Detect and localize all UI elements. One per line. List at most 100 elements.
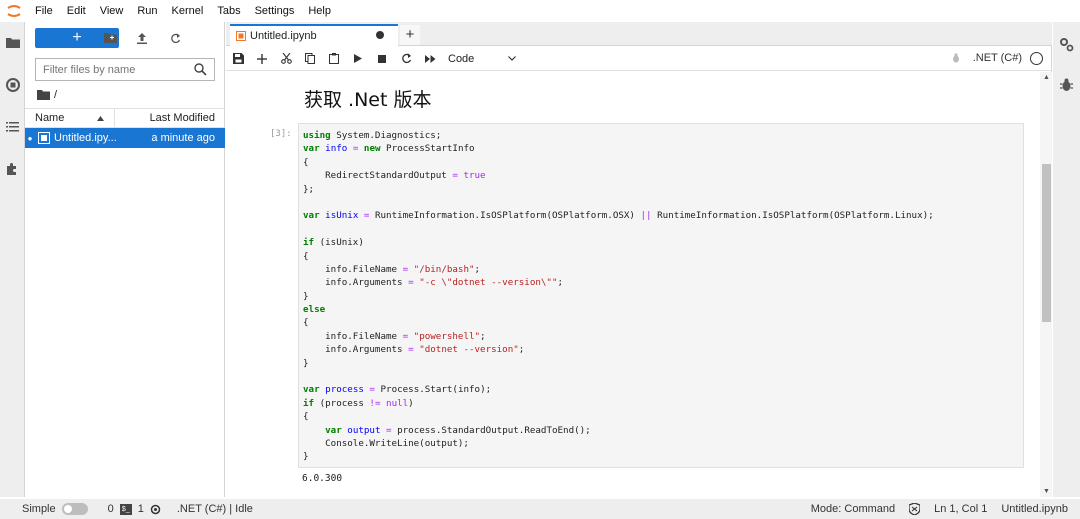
shield-icon[interactable] (909, 503, 921, 515)
file-list-header: Name Last Modified (25, 108, 225, 128)
menu-tabs[interactable]: Tabs (210, 0, 247, 22)
markdown-heading: 获取 .Net 版本 (304, 89, 432, 111)
refresh-icon[interactable] (166, 29, 184, 47)
file-filter-field[interactable] (35, 58, 215, 81)
breadcrumb-root[interactable]: / (54, 89, 57, 101)
file-name: Untitled.ipy... (54, 132, 117, 144)
code-line: }; (303, 183, 315, 195)
file-filter-input[interactable] (36, 63, 186, 76)
menu-settings[interactable]: Settings (248, 0, 302, 22)
status-bar-right: Mode: Command Ln 1, Col 1 Untitled.ipynb (811, 499, 1068, 519)
kernel-gear-icon (150, 504, 161, 514)
running-indicator-icon: ● (27, 133, 33, 143)
main-area: Untitled.ipynb + Code .NET (C#) 获取 .Net … (226, 22, 1052, 497)
column-modified-header[interactable]: Last Modified (115, 112, 225, 124)
execution-prompt: [3]: (270, 129, 292, 139)
extensions-puzzle-icon[interactable] (4, 160, 21, 177)
jupyter-logo-icon (0, 0, 28, 22)
cell-type-select[interactable]: Code (448, 53, 516, 65)
copy-icon[interactable] (298, 47, 322, 71)
code-line: info.Arguments = "dotnet --version"; (303, 344, 525, 356)
notebook-icon (236, 31, 246, 41)
code-line: var info = new ProcessStartInfo (303, 143, 475, 155)
code-line: Console.WriteLine(output); (303, 437, 469, 449)
code-line: { (303, 250, 309, 262)
code-line: info.Arguments = "-c \"dotnet --version\… (303, 277, 564, 289)
code-line: { (303, 156, 309, 168)
code-line: } (303, 357, 309, 369)
code-line: { (303, 411, 309, 423)
tab-bar: Untitled.ipynb + (226, 22, 1052, 46)
scroll-up-arrow-icon[interactable]: ▲ (1043, 74, 1050, 81)
folder-icon[interactable] (37, 90, 50, 100)
folder-icon[interactable] (4, 34, 21, 51)
file-browser-panel: + / Name Last Modified ● Untitled.ipy...… (25, 22, 225, 497)
tab-untitled-notebook[interactable]: Untitled.ipynb (230, 24, 398, 46)
code-line: if (process != null) (303, 397, 414, 409)
kernel-name-button[interactable]: .NET (C#) (973, 52, 1022, 64)
running-kernels-icon[interactable] (4, 76, 21, 93)
add-tab-button[interactable]: + (400, 25, 420, 45)
active-filename: Untitled.ipynb (1001, 503, 1068, 515)
code-line: RedirectStandardOutput = true (303, 170, 486, 182)
menu-edit[interactable]: Edit (60, 0, 93, 22)
table-of-contents-icon[interactable] (4, 118, 21, 135)
code-line: var output = process.StandardOutput.Read… (325, 424, 591, 436)
menu-kernel[interactable]: Kernel (165, 0, 211, 22)
code-line: } (303, 451, 309, 463)
menu-help[interactable]: Help (301, 0, 338, 22)
scroll-down-arrow-icon[interactable]: ▼ (1043, 488, 1050, 495)
command-mode-indicator: Mode: Command (810, 503, 896, 515)
paste-icon[interactable] (322, 47, 346, 71)
kernel-status-text[interactable]: .NET (C#) | Idle (177, 503, 253, 515)
code-line: else (303, 304, 326, 316)
code-line: } (303, 290, 309, 302)
code-cell-editor[interactable]: using System.Diagnostics; var info = new … (298, 123, 1024, 468)
terminals-count: 0 (107, 503, 114, 515)
search-icon (194, 63, 207, 76)
run-icon[interactable] (346, 47, 370, 71)
running-terminals[interactable]: 0 $_ 1 (108, 503, 161, 515)
file-list-item[interactable]: ● Untitled.ipy... a minute ago (25, 128, 225, 148)
notebook-toolbar: Code .NET (C#) (226, 47, 1052, 71)
menu-view[interactable]: View (93, 0, 131, 22)
property-inspector-gears-icon[interactable] (1058, 36, 1075, 53)
notebook-content: 获取 .Net 版本 [3]: using System.Diagnostics… (226, 72, 1052, 497)
code-line: info.FileName = "powershell"; (303, 330, 486, 342)
code-line: using System.Diagnostics; (303, 130, 442, 141)
new-folder-icon[interactable] (101, 29, 119, 47)
menu-run[interactable]: Run (130, 0, 164, 22)
unsaved-close-icon[interactable] (376, 31, 384, 39)
kernels-count: 1 (137, 503, 144, 515)
debugger-icon[interactable] (951, 53, 962, 64)
simple-mode-switch[interactable] (61, 503, 88, 515)
file-browser-toolbar: + (25, 22, 225, 56)
cell-output: 6.0.300 (302, 473, 343, 484)
cursor-position[interactable]: Ln 1, Col 1 (934, 503, 987, 515)
sort-ascending-icon (97, 115, 104, 121)
insert-cell-icon[interactable] (250, 47, 274, 71)
scrollbar-thumb[interactable] (1042, 164, 1051, 322)
restart-kernel-icon[interactable] (394, 47, 418, 71)
left-activity-bar (0, 22, 25, 497)
tab-title: Untitled.ipynb (250, 30, 317, 42)
menu-file[interactable]: File (28, 0, 60, 22)
interrupt-icon[interactable] (370, 47, 394, 71)
restart-run-all-icon[interactable] (418, 47, 442, 71)
simple-mode-toggle[interactable]: Simple (22, 503, 88, 515)
vertical-scrollbar[interactable]: ▲ ▼ (1040, 72, 1052, 497)
right-sidebar (1053, 22, 1080, 497)
status-bar: Simple 0 $_ 1 .NET (C#) | Idle Mode: Com… (0, 499, 1080, 519)
save-icon[interactable] (226, 47, 250, 71)
column-name-header[interactable]: Name (25, 109, 115, 127)
simple-mode-label: Simple (22, 503, 56, 515)
notebook-file-icon (38, 132, 50, 144)
upload-icon[interactable] (133, 29, 151, 47)
debugger-bug-icon[interactable] (1058, 76, 1075, 93)
cut-icon[interactable] (274, 47, 298, 71)
terminal-icon: $_ (119, 503, 132, 515)
chevron-down-icon (508, 56, 516, 61)
